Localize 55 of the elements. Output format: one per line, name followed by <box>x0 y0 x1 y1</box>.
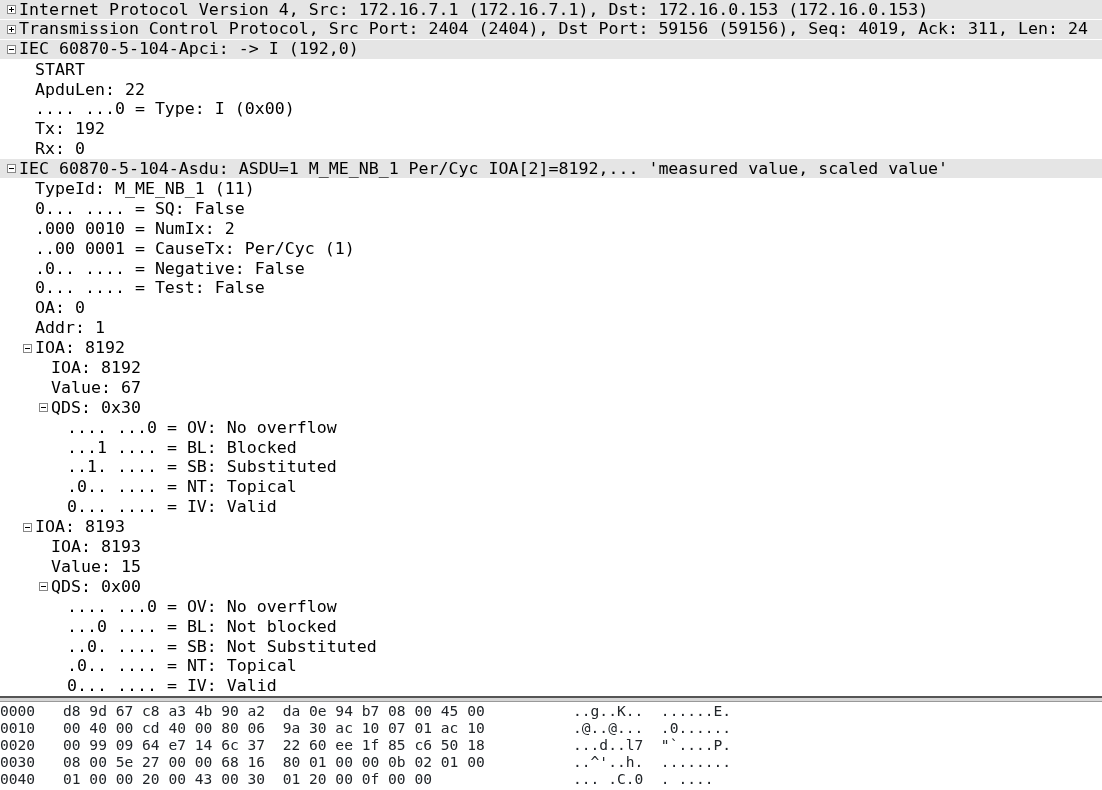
collapse-icon[interactable] <box>22 522 32 532</box>
tree-field[interactable]: .... ...0 = OV: No overflow <box>67 596 337 617</box>
tree-field[interactable]: Value: 15 <box>51 556 141 577</box>
tree-field[interactable]: OA: 0 <box>35 298 85 319</box>
tree-field[interactable]: ApduLen: 22 <box>35 79 145 100</box>
hex-bytes: d8 9d 67 c8 a3 4b 90 a2 da 0e 94 b7 08 00 45 00 <box>63 702 486 719</box>
tree-field[interactable]: Addr: 1 <box>35 318 105 339</box>
hex-offset: 0000 <box>0 702 37 719</box>
tree-field[interactable]: .000 0010 = NumIx: 2 <box>35 218 235 239</box>
collapse-icon[interactable] <box>6 164 16 174</box>
ascii-text: ... .C.0 . .... <box>573 770 714 787</box>
hex-offset: 0010 <box>0 719 37 736</box>
hex-bytes: 08 00 5e 27 00 00 68 16 80 01 00 00 0b 02 01 00 <box>63 753 486 770</box>
tree-field[interactable]: ...0 .... = BL: Not blocked <box>67 616 337 637</box>
tree-field[interactable]: ..0. .... = SB: Not Substituted <box>67 636 377 657</box>
tree-field[interactable]: ...1 .... = BL: Blocked <box>67 437 297 458</box>
tree-field[interactable]: .0.. .... = NT: Topical <box>67 477 297 498</box>
tree-field[interactable]: .0.. .... = Negative: False <box>35 258 305 279</box>
tree-field[interactable]: START <box>35 59 85 80</box>
ascii-text: ...d..l7 "`....P. <box>573 736 732 753</box>
tree-field[interactable]: .... ...0 = Type: I (0x00) <box>35 99 295 120</box>
tree-field[interactable]: TypeId: M_ME_NB_1 (11) <box>35 179 255 199</box>
tree-field[interactable]: Rx: 0 <box>35 139 85 160</box>
expand-icon[interactable] <box>6 24 16 34</box>
collapse-icon[interactable] <box>22 343 32 353</box>
tree-field[interactable]: 0... .... = IV: Valid <box>67 497 277 518</box>
expand-icon[interactable] <box>6 4 16 14</box>
hex-offset: 0030 <box>0 753 37 770</box>
tree-field[interactable]: ..00 0001 = CauseTx: Per/Cyc (1) <box>35 238 355 259</box>
tree-field[interactable]: 0... .... = IV: Valid <box>67 676 277 696</box>
tree-field[interactable]: .... ...0 = OV: No overflow <box>67 417 337 438</box>
collapse-icon[interactable] <box>38 582 48 592</box>
hex-offset: 0020 <box>0 736 37 753</box>
tree-field[interactable]: 0... .... = Test: False <box>35 278 265 299</box>
ascii-text: .@..@... .0...... <box>573 719 732 736</box>
tree-field[interactable]: IOA: 8193 <box>51 537 141 557</box>
hex-offset: 0040 <box>0 770 37 787</box>
hex-bytes: 00 40 00 cd 40 00 80 06 9a 30 ac 10 07 01 ac 10 <box>63 719 486 736</box>
tree-field[interactable]: Value: 67 <box>51 377 141 398</box>
tree-field[interactable]: Tx: 192 <box>35 119 105 140</box>
tree-node[interactable]: QDS: 0x30 <box>51 397 141 418</box>
tree-node[interactable]: IOA: 8193 <box>35 517 125 538</box>
tree-field[interactable]: .0.. .... = NT: Topical <box>67 656 297 677</box>
collapse-icon[interactable] <box>6 44 16 54</box>
tree-field[interactable]: IOA: 8192 <box>51 358 141 378</box>
pane-splitter[interactable] <box>0 696 1102 702</box>
hex-bytes: 01 00 00 20 00 43 00 30 01 20 00 0f 00 00 <box>63 770 434 787</box>
tree-node[interactable]: QDS: 0x00 <box>51 576 141 597</box>
tree-field[interactable]: ..1. .... = SB: Substituted <box>67 457 337 478</box>
tree-node[interactable]: IOA: 8192 <box>35 338 125 359</box>
collapse-icon[interactable] <box>38 403 48 413</box>
ascii-text: ..g..K.. ......E. <box>573 702 732 719</box>
ascii-text: ..^'..h. ........ <box>573 753 732 770</box>
hex-bytes: 00 99 09 64 e7 14 6c 37 22 60 ee 1f 85 c6 50 18 <box>63 736 486 753</box>
tree-field[interactable]: 0... .... = SQ: False <box>35 198 245 219</box>
